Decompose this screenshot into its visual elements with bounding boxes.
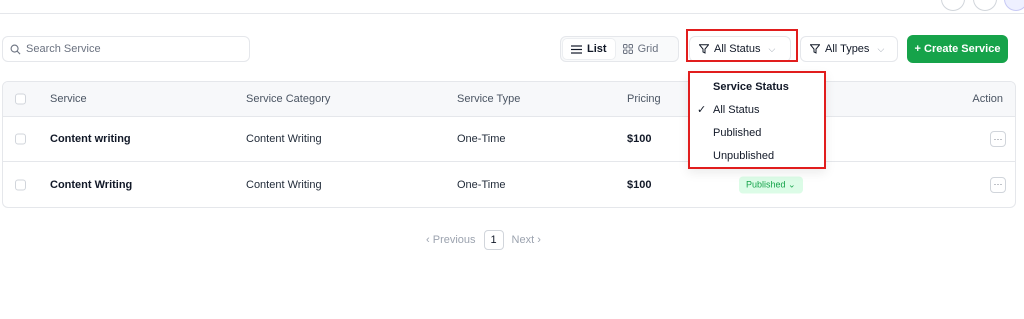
service-category: Content Writing (246, 133, 322, 145)
dropdown-option-published[interactable]: Published (690, 121, 824, 144)
service-type: One-Time (457, 133, 506, 145)
row-checkbox[interactable] (15, 133, 26, 145)
service-category: Content Writing (246, 178, 322, 191)
page-number-button[interactable]: 1 (483, 230, 504, 250)
service-pricing: $100 (627, 178, 652, 191)
chevron-down-icon: ⌵ (877, 43, 885, 54)
search-icon (10, 44, 21, 54)
service-pricing: $100 (627, 133, 652, 145)
list-icon (571, 44, 582, 54)
grid-icon (622, 44, 633, 54)
dropdown-option-all-status[interactable]: ✓ All Status (690, 98, 824, 121)
header-service: Service (50, 93, 87, 105)
chevron-down-icon: ⌵ (768, 43, 776, 54)
dropdown-option-label: All Status (713, 103, 760, 116)
dropdown-option-label: Published (713, 126, 762, 139)
filter-icon (699, 44, 709, 54)
table-header: Service Service Category Service Type Pr… (3, 82, 1015, 117)
types-filter-label: All Types (825, 43, 870, 55)
grid-view-button[interactable]: Grid (615, 39, 667, 59)
next-label: Next (511, 234, 535, 246)
header-service-category: Service Category (246, 93, 331, 105)
user-avatar[interactable] (1004, 0, 1024, 11)
select-all-checkbox[interactable] (15, 93, 26, 105)
create-service-button[interactable]: + Create Service (907, 35, 1008, 63)
dropdown-title: Service Status (713, 80, 789, 93)
header-service-type: Service Type (457, 93, 521, 105)
dropdown-option-unpublished[interactable]: Unpublished (690, 144, 824, 167)
service-name[interactable]: Content writing (50, 133, 131, 145)
search-box[interactable] (2, 36, 250, 62)
table-row: Content writing Content Writing One-Time… (3, 117, 1015, 162)
dropdown-option-label: Unpublished (713, 149, 775, 162)
row-checkbox[interactable] (15, 179, 26, 190)
service-type: One-Time (457, 178, 506, 191)
status-badge[interactable]: Published ⌄ (739, 176, 803, 193)
status-dropdown: Service Status ✓ All Status Published Un… (688, 71, 826, 169)
check-icon: ✓ (697, 104, 707, 116)
row-action-button[interactable]: ··· (990, 176, 1006, 193)
types-filter-button[interactable]: All Types ⌵ (800, 36, 898, 62)
filter-icon (810, 44, 820, 54)
help-icon[interactable] (973, 0, 997, 11)
search-input[interactable] (26, 43, 246, 55)
service-name[interactable]: Content Writing (50, 179, 132, 191)
previous-page-button[interactable]: ‹ Previous (426, 234, 476, 246)
status-badge-label: Published (746, 179, 786, 189)
services-table: Service Service Category Service Type Pr… (2, 81, 1016, 208)
pagination: ‹ Previous 1 Next › (426, 229, 541, 251)
view-toggle: List Grid (560, 36, 679, 62)
top-bar (0, 0, 1024, 14)
grid-view-label: Grid (637, 43, 659, 55)
status-filter-label: All Status (714, 43, 761, 55)
create-service-label: + Create Service (914, 43, 1001, 55)
next-page-button[interactable]: Next › (512, 234, 541, 246)
previous-label: Previous (432, 234, 476, 246)
header-pricing: Pricing (627, 93, 661, 105)
header-action: Action (972, 93, 1003, 105)
status-filter-button[interactable]: All Status ⌵ (689, 36, 791, 62)
list-view-button[interactable]: List (563, 39, 615, 59)
notification-icon[interactable] (941, 0, 965, 11)
table-row: Content Writing Content Writing One-Time… (3, 162, 1015, 207)
list-view-label: List (587, 43, 607, 55)
row-action-button[interactable]: ··· (990, 131, 1006, 147)
